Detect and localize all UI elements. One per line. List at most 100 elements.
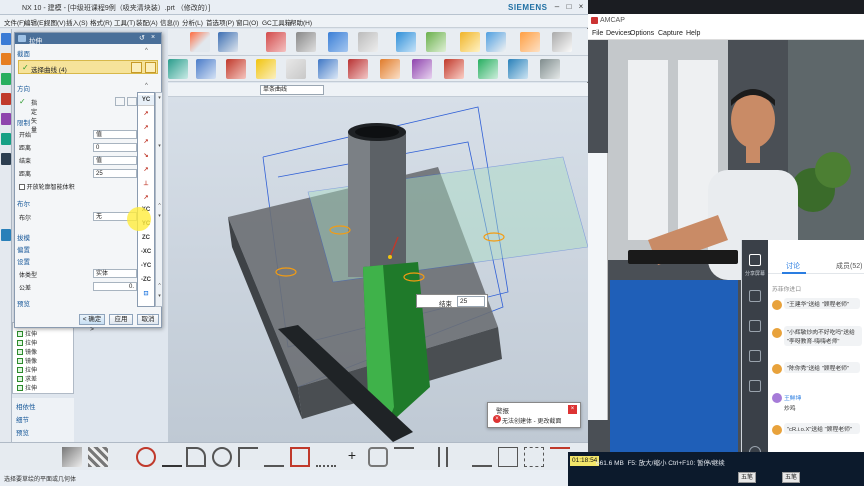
vector-option-yc[interactable]: YC	[138, 95, 154, 106]
end-distance-input[interactable]: 25	[93, 169, 137, 178]
part-navigator-icon[interactable]	[1, 33, 11, 45]
minimize-icon[interactable]: –	[552, 2, 562, 12]
wcs-icon[interactable]	[460, 32, 480, 52]
section-header[interactable]: 截面 ^	[17, 48, 159, 58]
checkbox-icon[interactable]	[17, 376, 23, 383]
trim-body-icon[interactable]	[380, 59, 400, 79]
preview-panel[interactable]: 预览	[16, 427, 29, 437]
grid-icon[interactable]	[88, 447, 108, 467]
share-screen-icon[interactable]	[749, 254, 761, 266]
line-icon[interactable]	[162, 447, 182, 467]
end-distance-popup-input[interactable]: 25	[457, 296, 485, 307]
dropdown-arrow-icon[interactable]: ▾	[156, 95, 163, 101]
body-icon[interactable]	[358, 32, 378, 52]
maximize-icon[interactable]: □	[564, 2, 574, 12]
model-view[interactable]	[168, 97, 588, 442]
view-icon[interactable]	[62, 447, 82, 467]
menu-gc-toolbox[interactable]: GC工具箱	[262, 17, 291, 27]
copy-icon[interactable]	[266, 32, 286, 52]
nav-item-4[interactable]: 镜像	[17, 356, 37, 365]
curve-select-icon[interactable]	[145, 62, 156, 73]
chamfer-line-icon[interactable]	[264, 447, 284, 467]
collapse-icon[interactable]: ^	[156, 203, 163, 209]
menu-view[interactable]: 视图(V)	[44, 17, 66, 27]
assembly-navigator-icon[interactable]	[1, 53, 11, 65]
nav-item-2[interactable]: 拉伸	[17, 338, 37, 347]
block-icon[interactable]	[328, 32, 348, 52]
open-profile-row[interactable]: 开放轮廓智能体积	[19, 182, 75, 192]
roles-icon[interactable]	[1, 153, 11, 165]
sketch-section-icon[interactable]	[131, 62, 142, 73]
body-type-dropdown[interactable]: 实体	[93, 269, 137, 278]
menu-insert[interactable]: 插入(S)	[66, 17, 88, 27]
dropdown-arrow-icon[interactable]: ▾	[156, 213, 163, 219]
nav-item-7[interactable]: 拉伸	[17, 383, 37, 392]
menu-file[interactable]: 文件(F)	[4, 17, 25, 27]
blend-icon[interactable]	[296, 32, 316, 52]
selection-filter-dropdown[interactable]: 单条曲线	[260, 85, 324, 95]
constraint-navigator-icon[interactable]	[1, 73, 11, 85]
unite-icon[interactable]	[318, 59, 338, 79]
amcap-menu-options[interactable]: Options	[630, 30, 654, 37]
angle-to-xc-icon[interactable]: ↗	[138, 137, 154, 148]
ime-indicator[interactable]: 五笔	[738, 472, 757, 483]
cut-icon[interactable]	[190, 32, 210, 52]
select-curve-row[interactable]: ✓ 选择曲线 (4)	[18, 60, 158, 74]
trim-icon[interactable]	[394, 447, 414, 467]
alert-close-icon[interactable]: ×	[568, 405, 577, 414]
reset-icon[interactable]: ↺	[139, 34, 145, 42]
nav-item-3[interactable]: 镜像	[17, 347, 37, 356]
chamfer-icon[interactable]	[444, 59, 464, 79]
reverse-direction-icon[interactable]	[127, 97, 137, 106]
rectangle-icon[interactable]	[290, 447, 310, 467]
inferred-vector-icon[interactable]: ↗	[138, 109, 154, 120]
section-view-icon[interactable]	[552, 32, 572, 52]
system-materials-icon[interactable]	[1, 133, 11, 145]
vector-list-scroll[interactable]: ▾ ▾ ^ ▾ ^ ▾	[155, 92, 163, 307]
graphics-window[interactable]: 结束 25	[168, 97, 588, 442]
spline-icon[interactable]	[136, 447, 156, 467]
arc-icon[interactable]	[186, 447, 206, 467]
view-direction-icon[interactable]: ⊡	[138, 289, 154, 300]
hole-icon[interactable]	[256, 59, 276, 79]
offset-face-icon[interactable]	[508, 59, 528, 79]
amcap-menu-file[interactable]: File	[592, 30, 603, 37]
extrude-icon[interactable]	[196, 59, 216, 79]
vector-option-neg-yc[interactable]: -YC	[138, 261, 154, 272]
vector-option-neg-zc[interactable]: -ZC	[138, 275, 154, 286]
whiteboard-icon[interactable]	[749, 320, 761, 332]
dependencies-panel[interactable]: 相依性	[16, 401, 36, 411]
subtract-icon[interactable]	[348, 59, 368, 79]
menu-info[interactable]: 信息(I)	[160, 17, 179, 27]
checkbox-icon[interactable]	[17, 349, 23, 356]
draft-icon[interactable]	[540, 59, 560, 79]
tolerance-input[interactable]: 0.	[93, 282, 137, 291]
checkbox-icon[interactable]	[17, 367, 23, 374]
apply-button[interactable]: 应用	[109, 314, 133, 325]
settings-icon[interactable]	[749, 380, 761, 392]
checkbox-icon[interactable]	[17, 331, 23, 338]
project-icon[interactable]	[446, 447, 466, 467]
dropdown-arrow-icon[interactable]: ▾	[156, 293, 163, 299]
web-browser-icon[interactable]	[1, 229, 11, 241]
fillet-icon[interactable]	[238, 447, 258, 467]
specify-vector-row[interactable]: ✓ 指定矢量	[19, 97, 137, 134]
tab-discussion[interactable]: 讨论	[786, 261, 800, 271]
on-curve-vector-icon[interactable]: ↗	[138, 165, 154, 176]
end-distance-popup[interactable]: 结束 25	[416, 294, 488, 308]
intersect-icon[interactable]	[472, 447, 492, 467]
vector-option-neg-xc[interactable]: -XC	[138, 247, 154, 258]
move-icon[interactable]	[396, 32, 416, 52]
menu-window[interactable]: 窗口(O)	[236, 17, 258, 27]
nav-item-5[interactable]: 拉伸	[17, 365, 37, 374]
start-type-dropdown[interactable]: 值	[93, 130, 137, 139]
tab-members[interactable]: 成员(52)	[836, 261, 862, 271]
measure-icon[interactable]	[486, 32, 506, 52]
pattern-curve-icon[interactable]	[524, 447, 544, 467]
mirror-curve-icon[interactable]	[498, 447, 518, 467]
edge-curve-vector-icon[interactable]: ↘	[138, 151, 154, 162]
offset-curve-icon[interactable]	[368, 447, 388, 467]
pattern-icon[interactable]	[426, 32, 446, 52]
polyline-icon[interactable]	[316, 447, 336, 467]
menu-tools[interactable]: 工具(T)	[114, 17, 135, 27]
